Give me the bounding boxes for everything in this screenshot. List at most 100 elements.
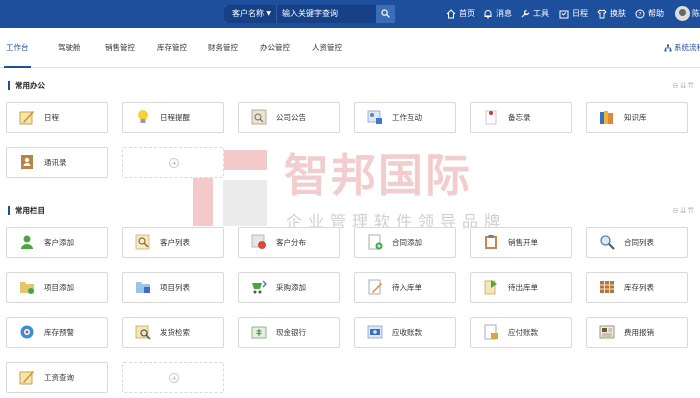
- shipment-search-icon: [135, 325, 151, 340]
- card-label: 采购添加: [276, 283, 306, 292]
- card-label: 应收账款: [392, 328, 422, 337]
- customer-search-icon: [135, 234, 150, 250]
- tab-hr[interactable]: 人资管控: [312, 28, 342, 68]
- nav-tools[interactable]: 工具: [520, 0, 549, 28]
- user-name[interactable]: 陈: [692, 0, 700, 28]
- nav-help-label: 帮助: [648, 9, 664, 18]
- card-add-customer[interactable]: 客户添加: [6, 227, 108, 258]
- card-project-list[interactable]: 项目列表: [122, 272, 224, 303]
- section-tools-office[interactable]: ⊖⇊⇈: [672, 81, 695, 90]
- card-label: 发货检索: [160, 328, 190, 337]
- system-flow-label: 系统流程: [674, 43, 700, 52]
- memo-pin-icon: [485, 110, 497, 125]
- search-type-label: 客户名称: [232, 9, 264, 18]
- salary-pen-icon: [19, 371, 34, 385]
- add-shortcut-columns[interactable]: [122, 362, 224, 393]
- folder-list-icon: [136, 282, 150, 293]
- receivable-icon: [367, 325, 383, 339]
- card-add-project[interactable]: 项目添加: [6, 272, 108, 303]
- tab-cockpit[interactable]: 驾驶舱: [58, 28, 81, 68]
- card-label: 库存列表: [624, 283, 654, 292]
- card-company-announcement[interactable]: 公司公告: [238, 102, 340, 133]
- card-label: 备忘录: [508, 113, 531, 122]
- card-expense-reimbursement[interactable]: 费用报销: [586, 317, 688, 348]
- card-cash-bank[interactable]: 现金银行: [238, 317, 340, 348]
- nav-messages-label: 消息: [496, 9, 512, 18]
- card-contract-list[interactable]: 合同列表: [586, 227, 688, 258]
- notepad-pen-icon: [19, 111, 34, 125]
- nav-skin-label: 换肤: [610, 9, 626, 18]
- interaction-icon: [367, 110, 382, 124]
- card-pending-outbound[interactable]: 待出库单: [470, 272, 572, 303]
- payable-icon: [484, 324, 498, 340]
- expense-icon: [599, 325, 615, 339]
- card-knowledge-base[interactable]: 知识库: [586, 102, 688, 133]
- lightbulb-icon: [138, 110, 148, 123]
- card-memo[interactable]: 备忘录: [470, 102, 572, 133]
- nav-schedule-label: 日程: [572, 9, 588, 18]
- card-customer-distribution[interactable]: 客户分布: [238, 227, 340, 258]
- address-book-icon: [21, 155, 33, 169]
- tab-sales[interactable]: 销售管控: [105, 28, 135, 68]
- card-inventory-warning[interactable]: 库存预警: [6, 317, 108, 348]
- module-tab-bar: 工作台 驾驶舱 销售管控 库存管控 财务管控 办公管控 人资管控: [0, 28, 700, 68]
- distribution-icon: [251, 234, 266, 249]
- nav-messages[interactable]: 消息: [483, 0, 512, 28]
- search-button[interactable]: [376, 5, 395, 23]
- card-address-book[interactable]: 通讯录: [6, 147, 108, 178]
- bell-icon: [484, 10, 492, 19]
- search-icon: [381, 9, 390, 18]
- caret-down-icon: ▼: [266, 10, 271, 17]
- tools-icon: [521, 9, 530, 18]
- card-label: 日程提醒: [160, 113, 190, 122]
- tab-workbench[interactable]: 工作台: [4, 28, 30, 68]
- top-bar: 客户名称 ▼ 输入关键字查询 首页 消息 工具 日程 换肤 ? 帮助 陈: [0, 0, 700, 28]
- nav-home[interactable]: 首页: [446, 0, 475, 28]
- section-tools-columns[interactable]: ⊖⇊⇈: [672, 206, 695, 215]
- card-label: 客户添加: [44, 238, 74, 247]
- card-add-contract[interactable]: 合同添加: [354, 227, 456, 258]
- section-title-office: 常用办公: [8, 81, 45, 90]
- calendar-icon: [559, 10, 569, 19]
- tab-inventory[interactable]: 库存管控: [157, 28, 187, 68]
- card-accounts-receivable[interactable]: 应收账款: [354, 317, 456, 348]
- card-label: 项目添加: [44, 283, 74, 292]
- announcement-icon: [251, 109, 267, 125]
- purchase-icon: [252, 280, 267, 294]
- card-label: 日程: [44, 113, 59, 122]
- search-type-select[interactable]: 客户名称 ▼: [224, 5, 276, 23]
- card-schedule[interactable]: 日程: [6, 102, 108, 133]
- clipboard-icon: [485, 235, 497, 249]
- avatar[interactable]: [675, 6, 690, 21]
- card-salary-query[interactable]: 工资查询: [6, 362, 108, 393]
- card-pending-inbound[interactable]: 待入库单: [354, 272, 456, 303]
- card-label: 知识库: [624, 113, 647, 122]
- card-customer-list[interactable]: 客户列表: [122, 227, 224, 258]
- card-accounts-payable[interactable]: 应付账款: [470, 317, 572, 348]
- card-label: 库存预警: [44, 328, 74, 337]
- books-icon: [600, 111, 613, 124]
- outbound-doc-icon: [484, 280, 497, 295]
- inbound-doc-icon: [368, 279, 382, 295]
- card-label: 销售开单: [508, 238, 538, 247]
- card-schedule-reminder[interactable]: 日程提醒: [122, 102, 224, 133]
- card-inventory-list[interactable]: 库存列表: [586, 272, 688, 303]
- section-title-columns: 常用栏目: [8, 206, 45, 215]
- nav-skin[interactable]: 换肤: [597, 0, 626, 28]
- nav-schedule[interactable]: 日程: [559, 0, 588, 28]
- card-add-purchase[interactable]: 采购添加: [238, 272, 340, 303]
- card-sales-order[interactable]: 销售开单: [470, 227, 572, 258]
- nav-help[interactable]: ? 帮助: [635, 0, 664, 28]
- magnifier-icon: [600, 235, 615, 250]
- system-flow-link[interactable]: 系统流程: [664, 28, 700, 68]
- card-work-interaction[interactable]: 工作互动: [354, 102, 456, 133]
- card-label: 通讯录: [44, 158, 67, 167]
- add-contract-icon: [368, 234, 383, 250]
- home-icon: [446, 9, 456, 19]
- tab-office[interactable]: 办公管控: [260, 28, 290, 68]
- tab-finance[interactable]: 财务管控: [208, 28, 238, 68]
- card-shipment-search[interactable]: 发货检索: [122, 317, 224, 348]
- card-label: 公司公告: [276, 113, 306, 122]
- search-input[interactable]: 输入关键字查询: [276, 5, 376, 23]
- add-shortcut-office[interactable]: [122, 147, 224, 178]
